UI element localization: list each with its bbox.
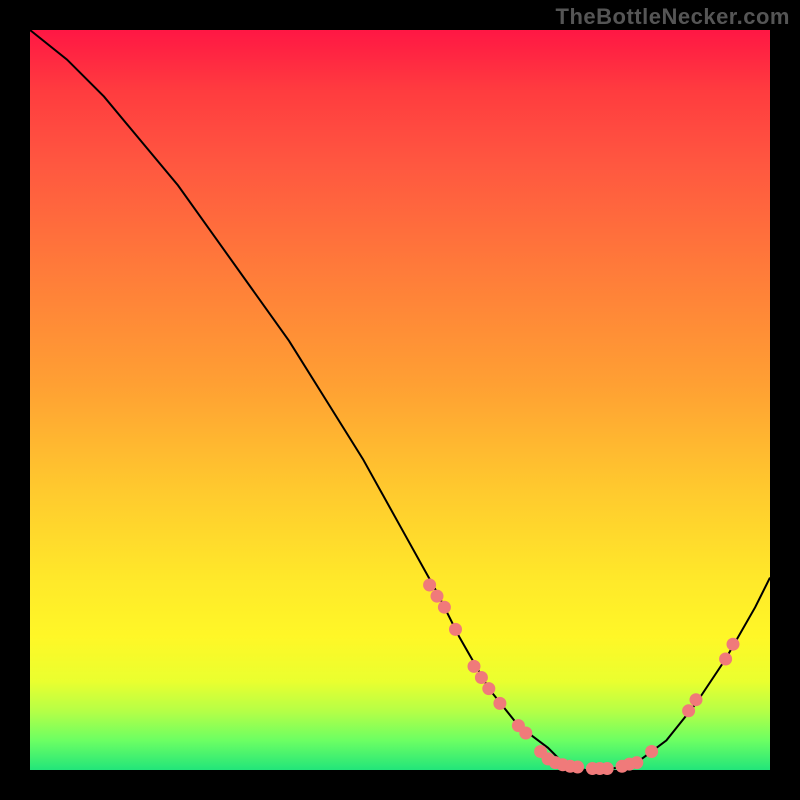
data-points	[423, 579, 739, 776]
data-point	[493, 697, 506, 710]
data-point	[423, 579, 436, 592]
chart-svg	[30, 30, 770, 770]
plot-area	[30, 30, 770, 770]
data-point	[645, 745, 658, 758]
data-point	[571, 761, 584, 774]
data-point	[719, 653, 732, 666]
data-point	[519, 727, 532, 740]
data-point	[449, 623, 462, 636]
bottleneck-curve	[30, 30, 770, 770]
data-point	[682, 704, 695, 717]
data-point	[482, 682, 495, 695]
data-point	[727, 638, 740, 651]
data-point	[630, 756, 643, 769]
data-point	[438, 601, 451, 614]
watermark-text: TheBottleNecker.com	[556, 4, 790, 30]
data-point	[475, 671, 488, 684]
data-point	[601, 762, 614, 775]
chart-frame: TheBottleNecker.com	[0, 0, 800, 800]
data-point	[431, 590, 444, 603]
data-point	[468, 660, 481, 673]
data-point	[690, 693, 703, 706]
